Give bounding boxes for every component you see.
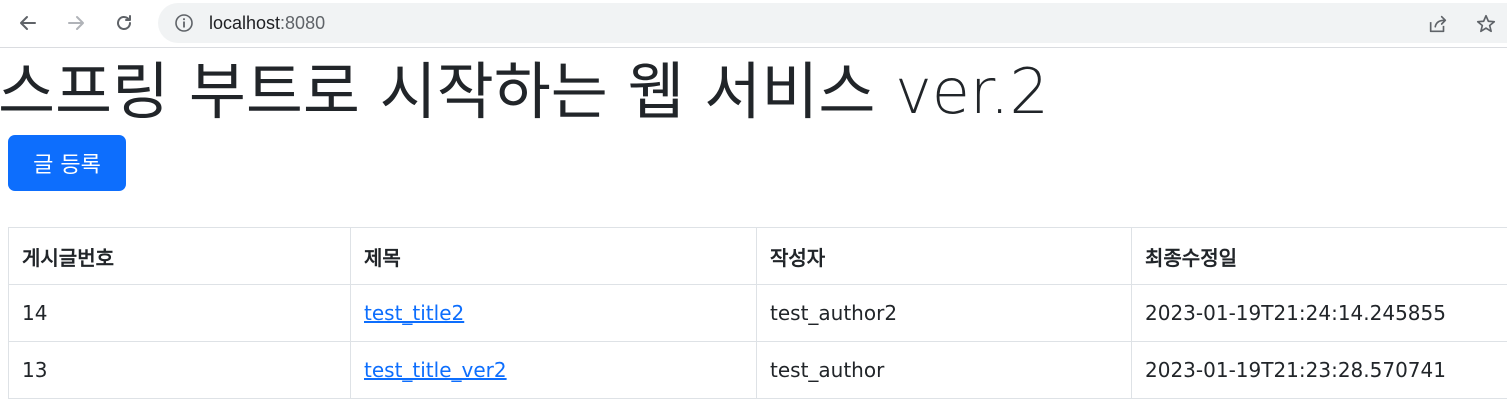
url-port: :8080 xyxy=(280,13,326,33)
arrow-left-icon xyxy=(20,16,36,30)
table-row: 14 test_title2 test_author2 2023-01-19T2… xyxy=(8,284,1507,342)
header-author: 작성자 xyxy=(756,227,1132,285)
posts-table: 게시글번호 제목 작성자 최종수정일 14 test_title2 test_a… xyxy=(8,227,1507,399)
cell-post-number: 13 xyxy=(8,341,351,399)
reload-icon xyxy=(117,15,131,30)
register-post-button[interactable]: 글 등록 xyxy=(8,135,126,191)
share-icon[interactable] xyxy=(1426,12,1450,36)
star-icon[interactable] xyxy=(1474,12,1498,36)
url-text[interactable]: localhost:8080 xyxy=(209,12,325,34)
address-bar[interactable]: localhost:8080 xyxy=(158,3,1507,43)
reload-button[interactable] xyxy=(109,8,139,38)
header-title: 제목 xyxy=(350,227,757,285)
table-header-row: 게시글번호 제목 작성자 최종수정일 xyxy=(8,227,1507,285)
header-modified-date: 최종수정일 xyxy=(1131,227,1507,285)
forward-button[interactable] xyxy=(61,8,91,38)
cell-post-number: 14 xyxy=(8,284,351,342)
cell-author: test_author xyxy=(756,341,1132,399)
arrow-right-icon xyxy=(68,16,84,30)
cell-title: test_title2 xyxy=(350,284,757,342)
cell-title: test_title_ver2 xyxy=(350,341,757,399)
browser-toolbar: localhost:8080 xyxy=(0,0,1507,48)
back-button[interactable] xyxy=(13,8,43,38)
cell-author: test_author2 xyxy=(756,284,1132,342)
post-title-link[interactable]: test_title2 xyxy=(364,301,464,325)
url-host: localhost xyxy=(209,13,281,33)
page-title: 스프링 부트로 시작하는 웹 서비스 ver.2 xyxy=(0,55,1049,128)
info-icon[interactable] xyxy=(174,13,194,33)
cell-modified-date: 2023-01-19T21:23:28.570741 xyxy=(1131,341,1507,399)
table-row: 13 test_title_ver2 test_author 2023-01-1… xyxy=(8,341,1507,399)
header-post-number: 게시글번호 xyxy=(8,227,351,285)
post-title-link[interactable]: test_title_ver2 xyxy=(364,358,507,382)
cell-modified-date: 2023-01-19T21:24:14.245855 xyxy=(1131,284,1507,342)
